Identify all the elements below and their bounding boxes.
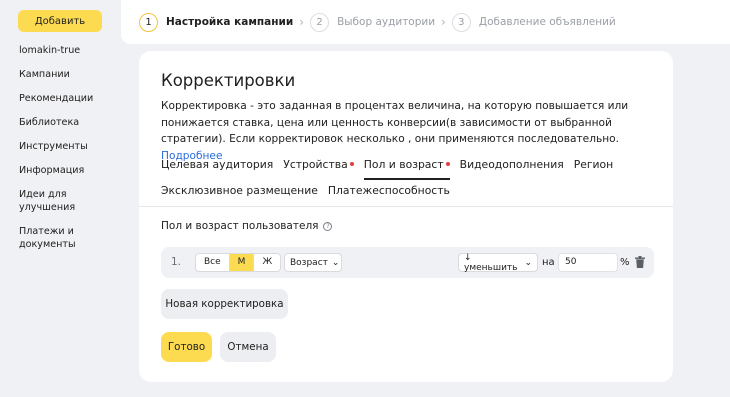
trash-icon[interactable]	[635, 256, 645, 268]
chevron-right-icon: ›	[441, 15, 446, 29]
sidebar-item-account[interactable]: lomakin-true	[19, 44, 114, 57]
age-select[interactable]: Возраст ⌄	[284, 253, 342, 272]
tab-gender-age[interactable]: Пол и возраст	[363, 158, 450, 180]
adjustments-card: Корректировки Корректировка - это заданн…	[139, 51, 673, 382]
row-index: 1.	[171, 256, 182, 268]
tab-devices[interactable]: Устройства	[283, 158, 354, 171]
age-select-label: Возраст	[290, 257, 328, 268]
page-title: Корректировки	[161, 71, 296, 90]
step-ads[interactable]: 3 Добавление объявлений	[451, 12, 616, 32]
percent-input[interactable]: 50	[558, 253, 618, 272]
chevron-down-icon: ⌄	[524, 257, 532, 268]
tab-solvency[interactable]: Платежеспособность	[328, 184, 450, 197]
modified-dot-icon	[349, 162, 354, 166]
tabs-divider	[139, 206, 673, 207]
step-number: 3	[451, 12, 471, 32]
description: Корректировка - это заданная в процентах…	[161, 98, 653, 164]
chevron-right-icon: ›	[299, 15, 305, 29]
percent-sign: %	[620, 257, 630, 268]
sidebar-item-campaigns[interactable]: Кампании	[19, 68, 114, 81]
chevron-down-icon: ⌄	[331, 257, 340, 268]
description-text: Корректировка - это заданная в процентах…	[161, 100, 629, 145]
step-number: 1	[139, 12, 158, 32]
sidebar-nav: lomakin-true Кампании Рекомендации Библи…	[19, 44, 114, 262]
section-label: Пол и возраст пользователя ?	[161, 220, 333, 232]
step-label: Выбор аудитории	[337, 16, 436, 28]
done-button[interactable]: Готово	[161, 332, 212, 362]
section-label-text: Пол и возраст пользователя	[161, 220, 319, 232]
sidebar-item-payments[interactable]: Платежи и документы	[19, 225, 114, 251]
cancel-button[interactable]: Отмена	[220, 332, 276, 362]
gender-option-female[interactable]: Ж	[254, 254, 280, 271]
gender-segmented-control: Все М Ж	[195, 253, 282, 272]
step-label: Добавление объявлений	[478, 16, 616, 28]
on-label: на	[542, 257, 555, 268]
wizard-steps: 1 Настройка кампании › 2 Выбор аудитории…	[121, 0, 730, 44]
sidebar-item-recommendations[interactable]: Рекомендации	[19, 92, 114, 105]
tab-target-audience[interactable]: Целевая аудитория	[161, 158, 273, 171]
help-icon[interactable]: ?	[323, 221, 333, 231]
adjustment-tabs: Целевая аудитория Устройства Пол и возра…	[161, 158, 661, 210]
modified-dot-icon	[445, 162, 450, 166]
step-label: Настройка кампании	[166, 16, 294, 28]
sidebar-item-ideas[interactable]: Идеи для улучшения	[19, 188, 114, 214]
sidebar-item-library[interactable]: Библиотека	[19, 116, 114, 129]
tab-label: Устройства	[283, 158, 348, 171]
adjustment-row: 1. Все М Ж Возраст ⌄ ↓ уменьшить ⌄ на 50…	[161, 247, 654, 278]
gender-option-male[interactable]: М	[229, 254, 255, 271]
direction-select[interactable]: ↓ уменьшить ⌄	[458, 252, 538, 273]
step-number: 2	[310, 12, 330, 32]
step-campaign-settings[interactable]: 1 Настройка кампании	[139, 12, 294, 32]
direction-select-label: ↓ уменьшить	[464, 252, 518, 273]
add-button[interactable]: Добавить	[18, 10, 102, 32]
new-adjustment-button[interactable]: Новая корректировка	[161, 289, 288, 319]
sidebar-item-tools[interactable]: Инструменты	[19, 140, 114, 153]
tab-video-extensions[interactable]: Видеодополнения	[460, 158, 564, 171]
tab-region[interactable]: Регион	[574, 158, 614, 171]
sidebar: Добавить lomakin-true Кампании Рекоменда…	[0, 0, 118, 397]
sidebar-item-info[interactable]: Информация	[19, 164, 114, 177]
tab-label: Пол и возраст	[363, 158, 444, 171]
gender-option-all[interactable]: Все	[196, 254, 230, 271]
tab-exclusive-placement[interactable]: Эксклюзивное размещение	[161, 184, 318, 197]
step-audience[interactable]: 2 Выбор аудитории	[310, 12, 436, 32]
